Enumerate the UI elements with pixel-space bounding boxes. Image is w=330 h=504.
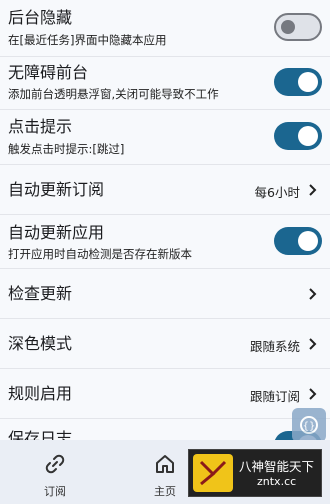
- setting-row-dark-mode[interactable]: 深色模式 跟随系统: [0, 319, 330, 369]
- setting-title: 点击提示: [8, 117, 73, 136]
- setting-subtitle: 在[最近任务]界面中隐藏本应用: [8, 33, 167, 47]
- setting-subtitle: 打开应用时自动检测是否存在新版本: [8, 247, 192, 261]
- toggle-knob: [281, 20, 295, 34]
- chevron-right-icon: [309, 388, 317, 400]
- setting-row-check-update[interactable]: 检查更新: [0, 269, 330, 319]
- chevron-right-icon: [309, 288, 317, 300]
- setting-row-click-hint[interactable]: 点击提示 触发点击时提示:[跳过]: [0, 110, 330, 165]
- setting-value: 跟随订阅: [249, 389, 300, 404]
- setting-subtitle: 触发点击时提示:[跳过]: [8, 142, 125, 156]
- chevron-right-icon: [309, 338, 317, 350]
- setting-row-save-log[interactable]: 保存日志: [0, 419, 330, 440]
- hide-background-toggle[interactable]: [274, 13, 322, 41]
- setting-row-auto-update-subscription[interactable]: 自动更新订阅 每6小时: [0, 165, 330, 215]
- settings-list: 后台隐藏 在[最近任务]界面中隐藏本应用 无障碍前台 添加前台透明悬浮窗,关闭可…: [0, 0, 330, 440]
- setting-value: 每6小时: [254, 185, 300, 200]
- accessibility-foreground-toggle[interactable]: [274, 68, 322, 96]
- setting-title: 检查更新: [8, 284, 73, 303]
- click-hint-toggle[interactable]: [274, 122, 322, 150]
- setting-title: 无障碍前台: [8, 63, 89, 82]
- toggle-knob: [298, 126, 318, 146]
- watermark-overlay: 八神智能天下 zntx.cc: [188, 449, 322, 497]
- setting-row-rule-enable[interactable]: 规则启用 跟随订阅: [0, 369, 330, 419]
- setting-value: 跟随系统: [249, 339, 300, 354]
- nav-item-subscription[interactable]: 订阅: [0, 440, 110, 504]
- setting-subtitle: 添加前台透明悬浮窗,关闭可能导致不工作: [8, 87, 219, 101]
- watermark-url: zntx.cc: [257, 475, 297, 488]
- link-icon: [45, 454, 65, 474]
- floating-icon: {}: [300, 416, 318, 434]
- watermark-name: 八神智能天下: [239, 459, 315, 474]
- setting-title: 保存日志: [8, 429, 73, 440]
- auto-update-app-toggle[interactable]: [274, 227, 322, 255]
- setting-title: 自动更新应用: [8, 223, 105, 242]
- setting-title: 深色模式: [8, 334, 73, 353]
- chevron-right-icon: [309, 184, 317, 196]
- floating-action-button[interactable]: {}: [292, 408, 326, 442]
- home-icon: [156, 455, 174, 473]
- setting-row-auto-update-app[interactable]: 自动更新应用 打开应用时自动检测是否存在新版本: [0, 215, 330, 269]
- toggle-knob: [298, 72, 318, 92]
- setting-row-hide-background[interactable]: 后台隐藏 在[最近任务]界面中隐藏本应用: [0, 0, 330, 57]
- svg-text:{}: {}: [303, 421, 316, 432]
- setting-title: 规则启用: [8, 384, 73, 403]
- watermark-logo-icon: [193, 454, 233, 492]
- toggle-knob: [298, 231, 318, 251]
- setting-title: 自动更新订阅: [8, 180, 105, 199]
- setting-title: 后台隐藏: [8, 8, 73, 27]
- setting-row-accessibility-foreground[interactable]: 无障碍前台 添加前台透明悬浮窗,关闭可能导致不工作: [0, 57, 330, 110]
- nav-label: 订阅: [44, 485, 66, 498]
